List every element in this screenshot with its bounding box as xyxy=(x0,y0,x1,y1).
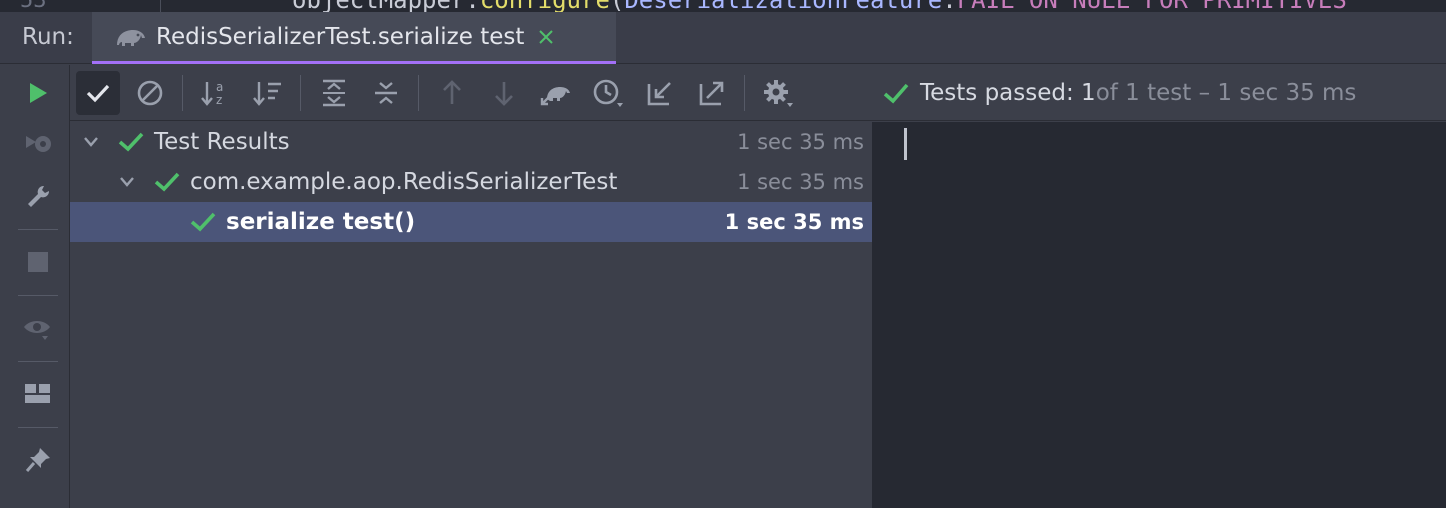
previous-test-icon[interactable] xyxy=(430,71,474,115)
chevron-down-icon[interactable] xyxy=(80,131,102,153)
tree-row-root[interactable]: Test Results 1 sec 35 ms xyxy=(70,122,872,162)
next-test-icon[interactable] xyxy=(482,71,526,115)
tree-row-method[interactable]: serialize test() 1 sec 35 ms xyxy=(70,202,872,242)
rerun-icon[interactable] xyxy=(16,71,60,115)
separator xyxy=(418,75,419,111)
rerun-failed-icon[interactable] xyxy=(16,123,60,167)
show-passed-icon[interactable] xyxy=(76,71,120,115)
close-icon[interactable] xyxy=(536,27,556,47)
test-status: Tests passed: 1 of 1 test – 1 sec 35 ms xyxy=(882,75,1356,111)
run-tool-window: 53 objectMapper.configure(Deserializatio… xyxy=(0,0,1446,508)
separator xyxy=(182,75,183,111)
console-output[interactable] xyxy=(872,122,1446,508)
check-icon xyxy=(190,209,216,235)
tree-row-label: com.example.aop.RedisSerializerTest xyxy=(190,169,618,195)
export-icon[interactable] xyxy=(638,71,682,115)
eye-icon[interactable] xyxy=(16,307,60,351)
run-tab-title: RedisSerializerTest.serialize test xyxy=(156,23,525,50)
tree-row-class[interactable]: com.example.aop.RedisSerializerTest 1 se… xyxy=(70,162,872,202)
sort-duration-icon[interactable] xyxy=(246,71,290,115)
gutter-divider xyxy=(160,0,161,12)
tree-row-time: 1 sec 35 ms xyxy=(737,130,864,154)
status-summary: of 1 test – 1 sec 35 ms xyxy=(1095,80,1357,106)
tree-row-label: serialize test() xyxy=(226,209,416,235)
expand-all-icon[interactable] xyxy=(312,71,356,115)
gradle-elephant-icon xyxy=(114,24,148,50)
test-tree: Test Results 1 sec 35 ms com.example.aop… xyxy=(70,122,872,508)
status-passed: Tests passed: 1 xyxy=(920,80,1096,106)
stop-icon[interactable] xyxy=(16,240,60,284)
history-icon[interactable] xyxy=(586,71,630,115)
svg-text:a: a xyxy=(216,80,223,94)
editor-peek: 53 objectMapper.configure(Deserializatio… xyxy=(0,0,1446,12)
run-tab[interactable]: RedisSerializerTest.serialize test xyxy=(92,12,616,64)
pin-icon[interactable] xyxy=(16,438,60,482)
show-ignored-icon[interactable] xyxy=(128,71,172,115)
tree-row-time: 1 sec 35 ms xyxy=(737,170,864,194)
line-number: 53 xyxy=(20,0,47,12)
tree-row-label: Test Results xyxy=(154,129,290,155)
separator xyxy=(18,229,58,230)
svg-text:z: z xyxy=(216,93,222,107)
collapse-all-icon[interactable] xyxy=(364,71,408,115)
run-titlebar: Run: RedisSerializerTest.serialize test xyxy=(0,12,1446,64)
wrench-icon[interactable] xyxy=(16,175,60,219)
separator xyxy=(18,361,58,362)
separator xyxy=(744,75,745,111)
tree-row-time: 1 sec 35 ms xyxy=(724,210,864,234)
left-toolbar xyxy=(0,65,70,508)
code-line: objectMapper.configure(DeserializationFe… xyxy=(292,0,1347,12)
check-icon xyxy=(154,169,180,195)
chevron-down-icon[interactable] xyxy=(116,171,138,193)
sort-alpha-icon[interactable]: az xyxy=(194,71,238,115)
run-label: Run: xyxy=(22,24,74,50)
import-tests-icon[interactable] xyxy=(534,71,578,115)
separator xyxy=(18,295,58,296)
open-external-icon[interactable] xyxy=(690,71,734,115)
check-icon xyxy=(883,83,909,104)
separator xyxy=(300,75,301,111)
check-icon xyxy=(118,129,144,155)
layout-icon[interactable] xyxy=(16,372,60,416)
test-toolbar: az Tests passed: 1 of 1 test – 1 sec 35 … xyxy=(70,65,1446,121)
text-caret xyxy=(904,128,907,160)
settings-icon[interactable] xyxy=(756,71,800,115)
separator xyxy=(18,427,58,428)
